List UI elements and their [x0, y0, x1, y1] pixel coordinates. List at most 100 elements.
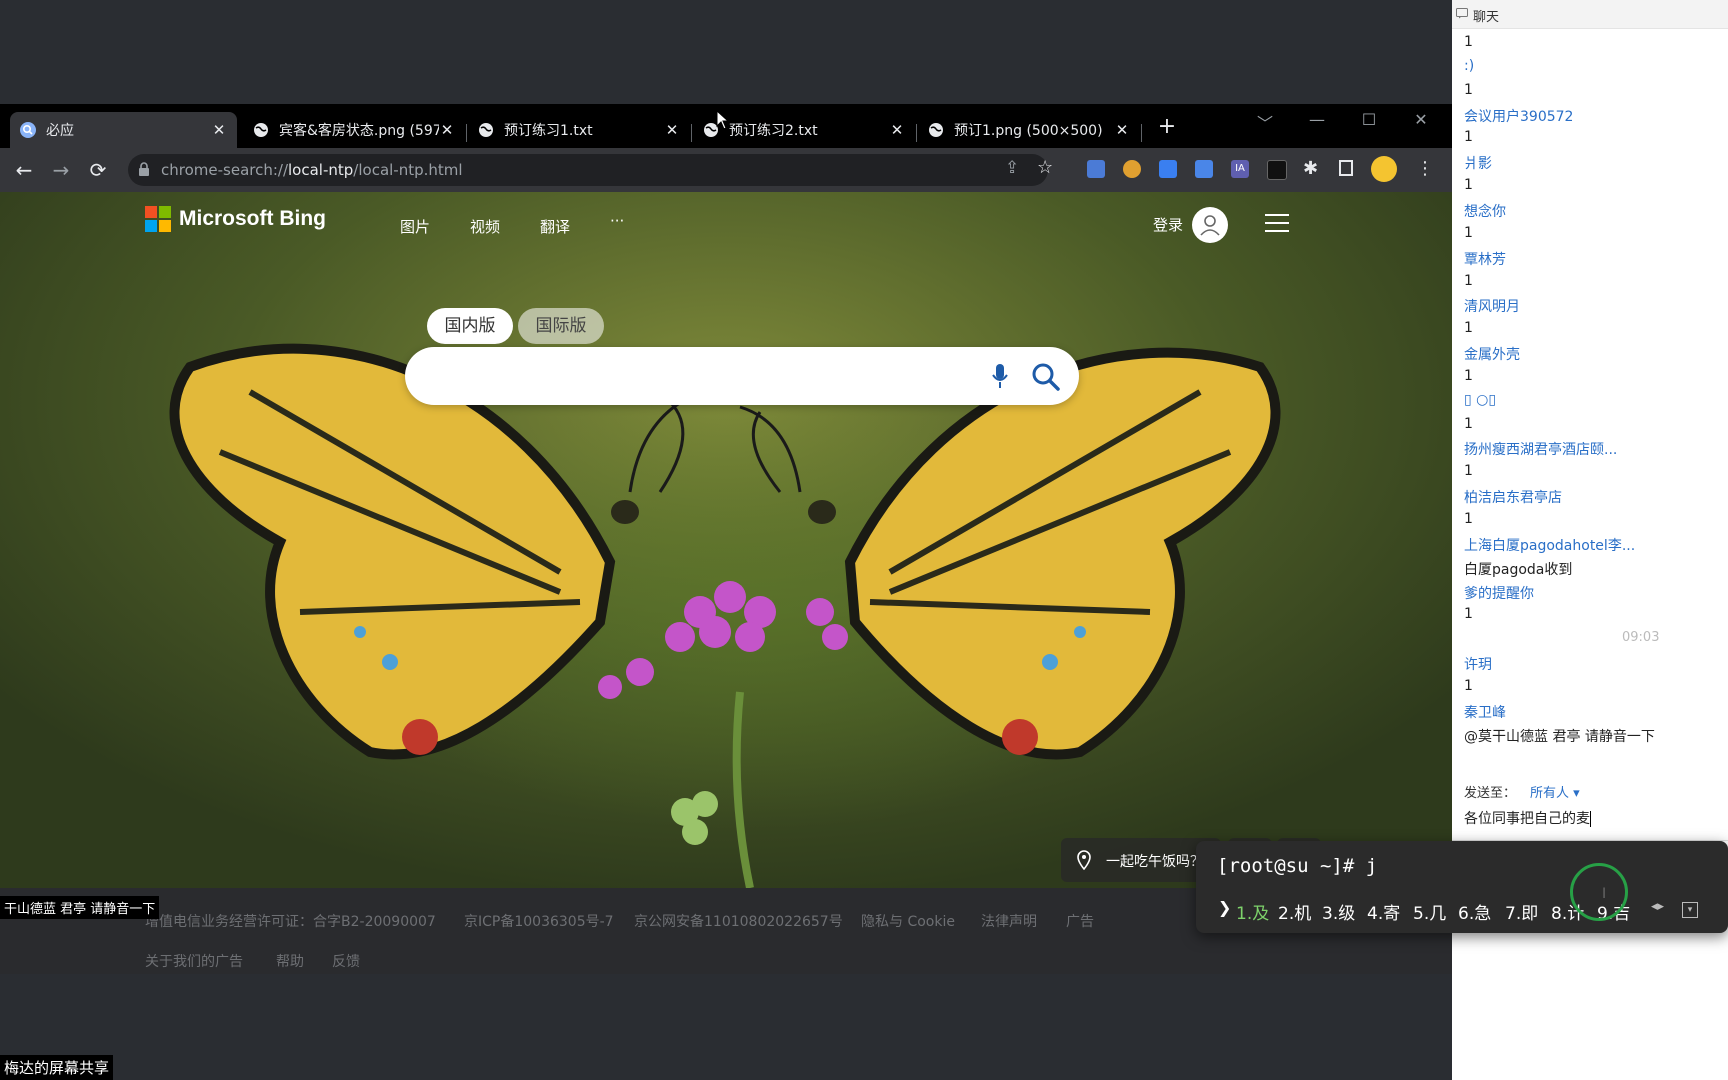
share-icon[interactable]: ⇪ — [1005, 158, 1019, 178]
footer-help[interactable]: 帮助 — [276, 951, 304, 971]
extensions-puzzle-icon[interactable]: ✱ — [1303, 158, 1318, 179]
ime-candidate[interactable]: 7.即 — [1505, 899, 1538, 924]
globe-icon — [254, 123, 268, 137]
tab-bing[interactable]: 必应 ✕ — [10, 112, 237, 148]
chat-sender-name[interactable]: :) — [1464, 58, 1474, 74]
chat-sender-name[interactable]: 爿影 — [1464, 153, 1492, 173]
footer-about-ads[interactable]: 关于我们的广告 — [145, 951, 243, 971]
ime-candidate[interactable]: 1.及 — [1236, 899, 1269, 924]
tab-booking-image[interactable]: 预订1.png (500×500) ✕ — [918, 112, 1140, 148]
chat-sender-name[interactable]: 覃林芳 — [1464, 249, 1506, 269]
ime-candidate[interactable]: 4.寄 — [1367, 899, 1400, 924]
tab-title: 预订练习2.txt — [729, 123, 818, 139]
ime-candidate[interactable]: 6.急 — [1458, 899, 1491, 924]
lock-icon — [139, 162, 149, 176]
chat-message: 1 — [1464, 34, 1473, 50]
footer-police-record[interactable]: 京公网安备11010802022657号 — [634, 911, 843, 931]
tab-international-edition[interactable]: 国际版 — [518, 308, 604, 344]
chat-sender-name[interactable]: 扬州瘦西湖君亭酒店颐... — [1464, 439, 1617, 459]
extension-dark-icon[interactable] — [1267, 160, 1287, 180]
ime-candidate[interactable]: 3.级 — [1322, 899, 1355, 924]
extension-window-icon[interactable] — [1195, 160, 1213, 178]
ime-candidate[interactable]: 2.机 — [1278, 899, 1311, 924]
tab-china-edition[interactable]: 国内版 — [427, 308, 513, 344]
globe-icon — [929, 123, 943, 137]
forward-arrow-icon[interactable]: → — [47, 156, 75, 184]
user-avatar-icon[interactable] — [1192, 207, 1228, 243]
search-input[interactable] — [431, 361, 975, 393]
footer-ads[interactable]: 广告 — [1066, 911, 1094, 931]
ime-expand-chevron-icon[interactable]: ❯ — [1218, 898, 1231, 917]
chat-message: 1 — [1464, 511, 1473, 527]
tab-practice-1[interactable]: 预订练习1.txt ✕ — [468, 112, 690, 148]
new-tab-button[interactable]: + — [1150, 114, 1184, 139]
close-window-icon[interactable]: ✕ — [1401, 110, 1441, 129]
footer-legal[interactable]: 法律声明 — [981, 911, 1037, 931]
tab-close-icon[interactable]: ✕ — [1114, 121, 1130, 139]
bing-homepage: Microsoft Bing 图片 视频 翻译 ··· 登录 国内版 国际版 一… — [0, 192, 1452, 888]
nav-images[interactable]: 图片 — [400, 216, 430, 237]
chat-message: 1 — [1464, 415, 1473, 432]
nav-translate[interactable]: 翻译 — [540, 216, 570, 237]
chat-message: 1 — [1464, 177, 1473, 194]
send-to-select[interactable]: 所有人 ▾ — [1530, 786, 1580, 801]
chat-input[interactable]: 各位同事把自己的麦 — [1464, 808, 1591, 828]
minimize-icon[interactable]: — — [1297, 110, 1337, 129]
extension-grid-icon[interactable] — [1087, 160, 1105, 178]
nav-videos[interactable]: 视频 — [470, 216, 500, 237]
chat-sender-name[interactable]: 清风明月 — [1464, 296, 1520, 316]
tab-separator — [466, 124, 467, 142]
ime-candidate[interactable]: 5.几 — [1413, 899, 1446, 924]
hamburger-menu-icon[interactable] — [1265, 214, 1289, 238]
chat-sender-name[interactable]: 想念你 — [1464, 201, 1506, 221]
screen-share-label: 梅达的屏幕共享 — [0, 1055, 114, 1080]
microphone-icon[interactable] — [991, 363, 1009, 391]
chat-sender-name[interactable]: 上海白厦pagodahotel李... — [1464, 535, 1635, 555]
footer-icp[interactable]: 京ICP备10036305号-7 — [464, 911, 614, 931]
tab-search-chevron-icon[interactable]: ﹀ — [1245, 110, 1285, 134]
ime-candidate-window: [root@su ~]# j ❯ 1.及 2.机 3.级 4.寄 5.几 6.急 7.即 8.… — [1196, 841, 1728, 933]
footer-feedback[interactable]: 反馈 — [332, 951, 360, 971]
chat-sender-name[interactable]: 会议用户390572 — [1464, 106, 1573, 126]
bookmark-star-icon[interactable]: ☆ — [1037, 157, 1053, 178]
chat-message: 白厦pagoda收到 — [1464, 561, 1573, 578]
text-cursor-icon: I — [1602, 886, 1607, 902]
tab-close-icon[interactable]: ✕ — [889, 121, 905, 139]
signin-link[interactable]: 登录 — [1153, 214, 1183, 235]
footer-privacy[interactable]: 隐私与 Cookie — [861, 911, 955, 931]
ime-page-arrows-icon[interactable]: ◂▸ — [1651, 899, 1664, 914]
chat-sender-name[interactable]: 金属外壳 — [1464, 344, 1520, 364]
chat-message: 1 — [1464, 677, 1473, 694]
ime-composition-text: [root@su ~]# j — [1217, 855, 1378, 877]
search-icon[interactable] — [1031, 362, 1061, 392]
tab-close-icon[interactable]: ✕ — [439, 121, 455, 139]
extension-ia-icon[interactable]: IA — [1231, 160, 1249, 178]
tab-separator — [916, 124, 917, 142]
search-box[interactable] — [405, 347, 1079, 405]
ime-dropdown-icon[interactable]: ▾ — [1682, 902, 1698, 918]
tab-close-icon[interactable]: ✕ — [211, 121, 227, 139]
chat-sender-name[interactable]: 爹的提醒你 — [1464, 583, 1534, 603]
chat-sender-name[interactable]: 秦卫峰 — [1464, 702, 1506, 722]
side-panel-icon[interactable] — [1339, 160, 1353, 176]
menu-dots-icon[interactable]: ⋮ — [1416, 158, 1434, 179]
tab-close-icon[interactable]: ✕ — [664, 121, 680, 139]
profile-avatar[interactable] — [1371, 156, 1397, 182]
extension-globe-icon[interactable] — [1123, 160, 1141, 178]
chat-sender-name[interactable]: 许玥 — [1464, 654, 1492, 674]
microsoft-logo-icon — [145, 206, 171, 232]
tab-separator — [1141, 124, 1142, 142]
tab-guest-room-status[interactable]: 宾客&客房状态.png (597 ✕ — [243, 112, 465, 148]
maximize-icon[interactable]: ☐ — [1349, 110, 1389, 129]
address-bar[interactable]: chrome-search://local-ntp/local-ntp.html… — [128, 154, 1053, 186]
search-favicon-icon — [20, 122, 36, 138]
chat-sender-name[interactable]: ▯ ○▯ — [1464, 392, 1496, 408]
extension-pen-icon[interactable] — [1159, 160, 1177, 178]
footer-license[interactable]: 增值电信业务经营许可证：合字B2-20090007 — [145, 911, 436, 931]
reload-icon[interactable]: ⟳ — [84, 156, 112, 184]
tab-title: 预订1.png (500×500) — [954, 123, 1103, 139]
nav-more[interactable]: ··· — [610, 212, 624, 230]
back-arrow-icon[interactable]: ← — [10, 156, 38, 184]
chat-sender-name[interactable]: 柏洁启东君亭店 — [1464, 487, 1562, 507]
bing-logo[interactable]: Microsoft Bing — [145, 206, 326, 232]
